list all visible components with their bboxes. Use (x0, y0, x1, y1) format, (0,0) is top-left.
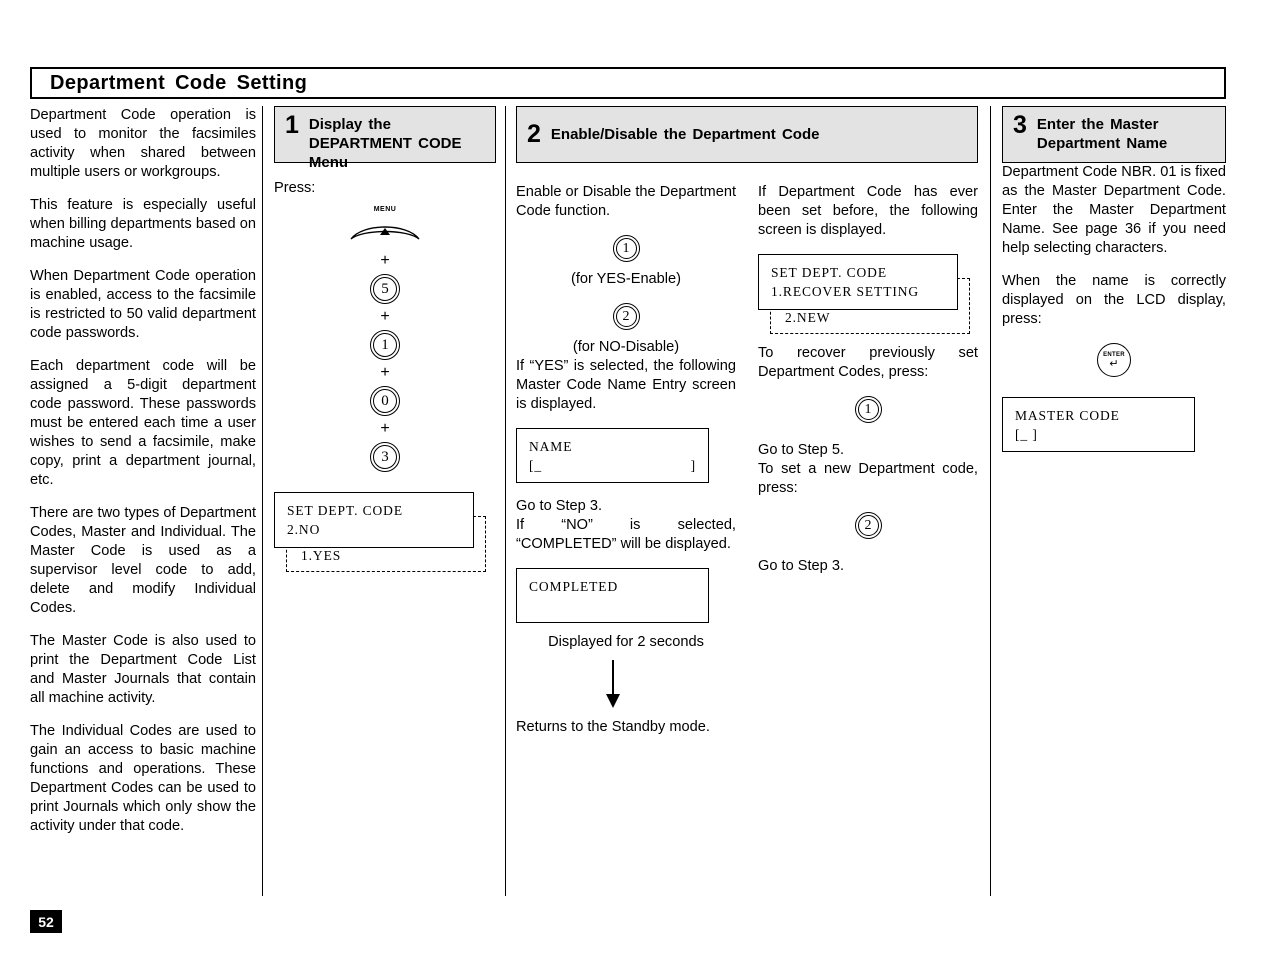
press-label: Press: (274, 180, 316, 196)
menu-key-icon (350, 226, 420, 240)
enable-disable-intro: Enable or Disable the Department Code fu… (516, 184, 736, 219)
intro-column: Department Code operation is used to mon… (30, 106, 256, 836)
column-divider-2 (505, 106, 506, 896)
goto-step-3-b: Go to Step 3. (758, 558, 844, 574)
intro-paragraph: The Individual Codes are used to gain an… (30, 723, 256, 834)
menu-key[interactable]: MENU (347, 206, 423, 248)
step-3-column: 3 Enter the Master Department Name Depar… (1002, 106, 1226, 452)
lcd-name-field-open: [_ (529, 458, 543, 473)
step-1-number: 1 (285, 111, 299, 139)
intro-paragraph: Each department code will be assigned a … (30, 358, 256, 488)
step-2-header: 2 Enable/Disable the Department Code (516, 106, 978, 163)
intro-paragraph: This feature is especially useful when b… (30, 197, 256, 251)
step-3-title: Enter the Master Department Name (1036, 116, 1168, 152)
numeric-key-5-label: 5 (381, 280, 389, 297)
key-2-new[interactable]: 2 (854, 512, 882, 539)
menu-key-label: MENU (373, 206, 397, 213)
previously-set-intro: If Department Code has ever been set bef… (758, 184, 978, 238)
lcd-line-2: [_ ] (1015, 427, 1038, 442)
key-1-yes-caption: (for YES-Enable) (570, 271, 682, 287)
lcd-line-1: COMPLETED (529, 579, 619, 594)
plus-sign: + (380, 252, 390, 269)
step-3-number: 3 (1013, 111, 1027, 139)
step-2-title: Enable/Disable the Department Code (550, 126, 820, 143)
page-number-badge: 52 (30, 910, 62, 933)
key-2-no[interactable]: 2 (612, 303, 640, 330)
master-dept-paragraph-1: Department Code NBR. 01 is fixed as the … (1002, 164, 1226, 256)
new-code-text: To set a new Department code, press: (758, 461, 978, 496)
displayed-duration-caption: Displayed for 2 seconds (548, 634, 704, 650)
column-divider-1 (262, 106, 263, 896)
step-1-lcd-ghost-line: 1.YES (301, 548, 342, 563)
step-2-lcd-ghost-line: 2.NEW (785, 310, 831, 325)
key-1-yes[interactable]: 1 (612, 235, 640, 262)
numeric-key-3[interactable]: 3 (370, 442, 400, 472)
master-dept-paragraph-2: When the name is correctly displayed on … (1002, 273, 1226, 327)
plus-sign: + (380, 420, 390, 437)
step-2-left-subcolumn: Enable or Disable the Department Code fu… (516, 183, 736, 737)
enter-arrow-icon: ↵ (1109, 357, 1119, 370)
step-2-number: 2 (527, 120, 541, 148)
key-2-no-caption: (for NO-Disable) (572, 339, 680, 355)
recover-codes-text: To recover previously set Department Cod… (758, 345, 978, 380)
numeric-key-5[interactable]: 5 (370, 274, 400, 304)
lcd-line-1: SET DEPT. CODE (287, 503, 403, 518)
column-divider-3 (990, 106, 991, 896)
intro-paragraph: Department Code operation is used to mon… (30, 107, 256, 180)
step-2-column: 2 Enable/Disable the Department Code Ena… (516, 106, 978, 737)
yes-selected-text: If “YES” is selected, the following Mast… (516, 358, 736, 412)
goto-step-5: Go to Step 5. (758, 442, 844, 458)
intro-paragraph: The Master Code is also used to print th… (30, 633, 256, 706)
numeric-key-1-label: 1 (381, 336, 389, 353)
name-entry-lcd: NAME [_ ] (516, 428, 709, 483)
intro-paragraph: There are two types of Department Codes,… (30, 505, 256, 616)
intro-paragraph: When Department Code operation is enable… (30, 268, 256, 341)
master-code-lcd: MASTER CODE [_ ] (1002, 397, 1195, 452)
step-2-lcd: SET DEPT. CODE 1.RECOVER SETTING (758, 254, 958, 310)
step-2-right-subcolumn: If Department Code has ever been set bef… (758, 183, 978, 737)
step-1-lcd-stack: 1.YES SET DEPT. CODE 2.NO (274, 492, 496, 582)
step-1-lcd: SET DEPT. CODE 2.NO (274, 492, 474, 548)
key-sequence: MENU + 5 + 1 + 0 + 3 (274, 206, 496, 472)
numeric-key-1[interactable]: 1 (370, 330, 400, 360)
key-1-yes-label: 1 (622, 240, 630, 256)
key-1-recover-label: 1 (864, 401, 872, 417)
step-1-column: 1 Display the DEPARTMENT CODE Menu Press… (274, 106, 496, 582)
lcd-line-1: SET DEPT. CODE (771, 265, 887, 280)
lcd-line-1: NAME (529, 439, 573, 454)
step-2-lcd-stack: 2.NEW SET DEPT. CODE 1.RECOVER SETTING (758, 254, 978, 344)
standby-mode-text: Returns to the Standby mode. (516, 719, 710, 735)
lcd-line-1: MASTER CODE (1015, 408, 1120, 423)
lcd-line-2: 1.RECOVER SETTING (771, 284, 920, 299)
goto-step-3-a: Go to Step 3. (516, 498, 602, 514)
step-1-header: 1 Display the DEPARTMENT CODE Menu (274, 106, 496, 171)
numeric-key-0[interactable]: 0 (370, 386, 400, 416)
numeric-key-0-label: 0 (381, 392, 389, 409)
page-title-bar: Department Code Setting (30, 67, 1226, 99)
lcd-line-2: 2.NO (287, 522, 321, 537)
key-2-no-label: 2 (622, 308, 630, 324)
no-selected-text: If “NO” is selected, “COMPLETED” will be… (516, 517, 736, 552)
step-3-header: 3 Enter the Master Department Name (1002, 106, 1226, 163)
key-2-new-label: 2 (864, 517, 872, 533)
page-title: Department Code Setting (50, 71, 308, 94)
manual-page: Department Code Setting Department Code … (0, 0, 1269, 954)
step-1-title: Display the DEPARTMENT CODE Menu (308, 116, 462, 171)
numeric-key-3-label: 3 (381, 448, 389, 465)
plus-sign: + (380, 308, 390, 325)
completed-lcd: COMPLETED (516, 568, 709, 623)
flow-arrow-down-icon (516, 660, 709, 710)
plus-sign: + (380, 364, 390, 381)
enter-key[interactable]: ENTER ↵ (1097, 343, 1131, 377)
lcd-name-field-close: ] (690, 458, 696, 473)
key-1-recover[interactable]: 1 (854, 396, 882, 423)
